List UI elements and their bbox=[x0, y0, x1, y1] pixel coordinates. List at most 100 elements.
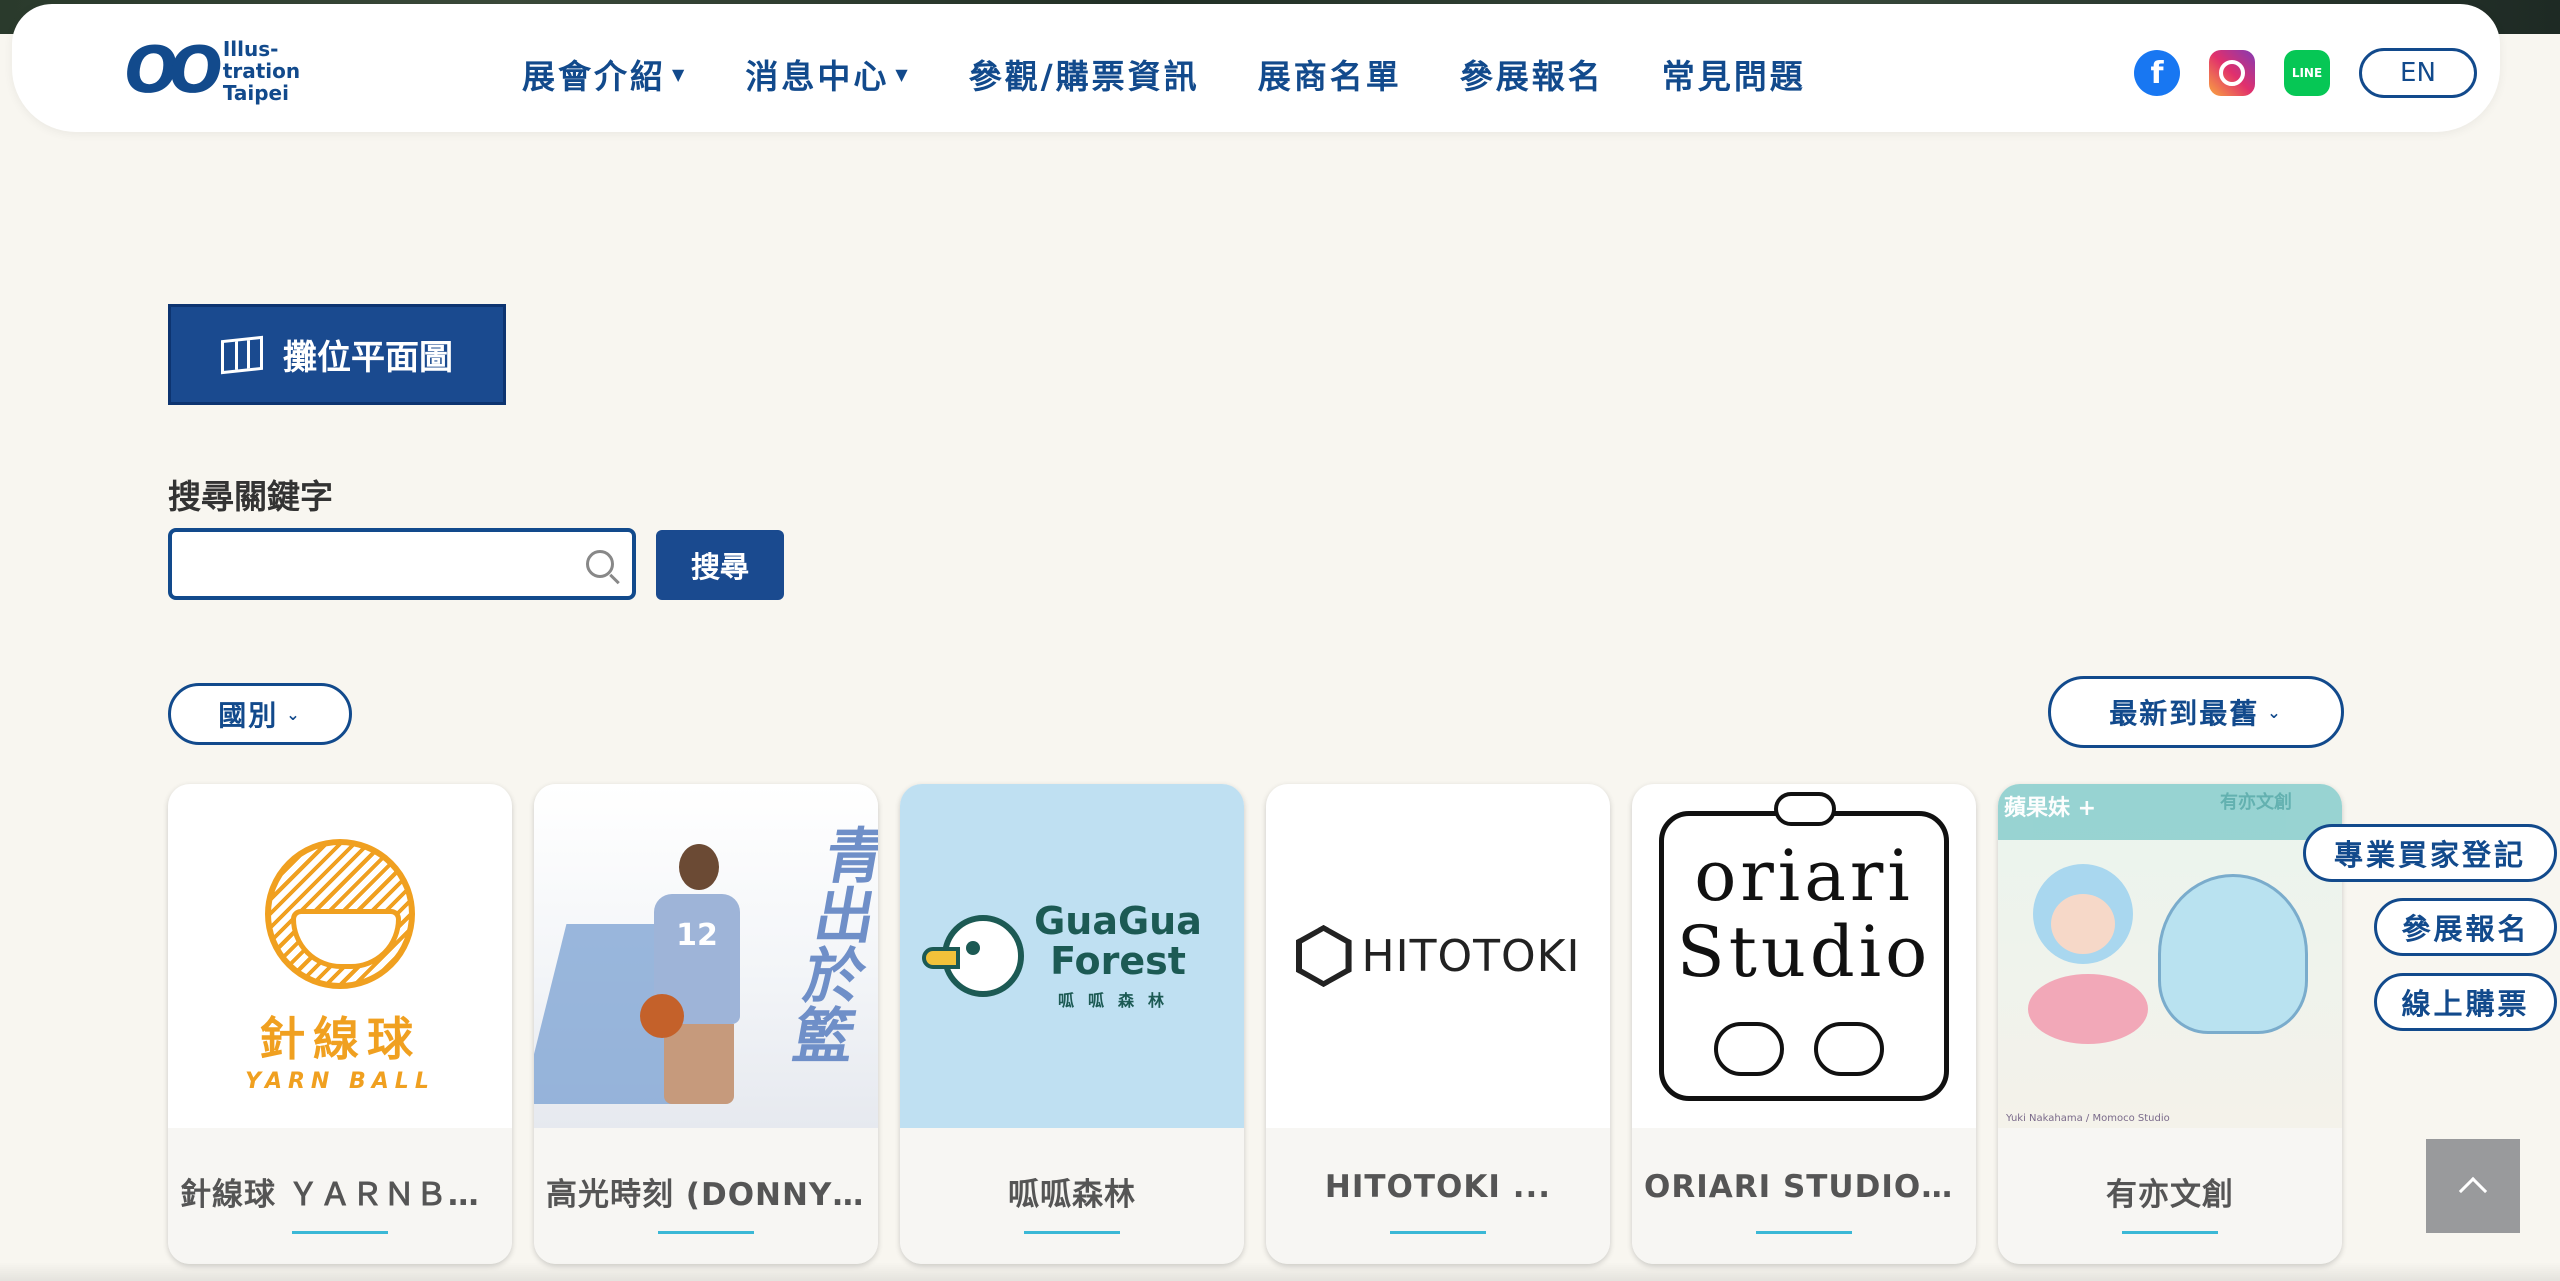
logo-line: Studio bbox=[1676, 911, 1932, 993]
artwork-banner: 蘋果妹 + 有亦文創 bbox=[1998, 784, 2342, 840]
banner-text: 蘋果妹 + bbox=[2004, 796, 2097, 821]
search-button[interactable]: 搜尋 bbox=[656, 530, 784, 600]
logo-line: tration bbox=[222, 59, 301, 83]
cat-face-icon bbox=[291, 908, 401, 969]
exhibitor-card[interactable]: 青出於籃 12 高光時刻 (DONNY YU… bbox=[534, 784, 878, 1264]
exhibitor-list: 針線球 YARN BALL 針線球 ＹＡＲＮＢＡ… 青出於籃 12 高光時刻 (… bbox=[168, 784, 2364, 1264]
back-to-top-button[interactable] bbox=[2426, 1139, 2520, 1233]
exhibitor-name: ORIARI STUDIO ... bbox=[1644, 1169, 1964, 1205]
chevron-down-icon: ▼ bbox=[672, 64, 688, 84]
logo-text: 針線球 bbox=[259, 1011, 421, 1066]
bottom-shadow bbox=[0, 1262, 2560, 1281]
logo-line: oriari bbox=[1694, 835, 1914, 917]
exhibitor-card[interactable]: 蘋果妹 + 有亦文創 Yuki Nakahama / Momoco Studio… bbox=[1998, 784, 2342, 1264]
duck-beak bbox=[922, 947, 961, 969]
nav-item-about[interactable]: 展會介紹 ▼ bbox=[522, 50, 687, 98]
exhibitor-name: 高光時刻 (DONNY YU… bbox=[546, 1177, 866, 1213]
baby-illustration bbox=[2028, 864, 2148, 1074]
buyer-registration-button[interactable]: 專業買家登記 bbox=[2303, 824, 2557, 882]
nav-label: 展商名單 bbox=[1257, 57, 1402, 96]
basketball-icon bbox=[640, 994, 684, 1038]
title-underline bbox=[658, 1231, 754, 1234]
search-box bbox=[168, 528, 636, 600]
buy-ticket-button[interactable]: 線上購票 bbox=[2374, 973, 2557, 1031]
logo-line: 呱呱森林 bbox=[1057, 991, 1178, 1010]
exhibitor-name: 有亦文創 bbox=[2106, 1177, 2234, 1213]
exhibitor-logo-oriari: oriari Studio bbox=[1632, 784, 1976, 1128]
instagram-ring bbox=[2219, 60, 2245, 86]
search-icon[interactable] bbox=[586, 550, 614, 578]
baby-head bbox=[2033, 864, 2133, 964]
site-logo[interactable]: OO Illus- tration Taipei bbox=[119, 26, 314, 116]
floorplan-button[interactable]: 攤位平面圖 bbox=[168, 304, 506, 405]
exhibitor-logo-youyi: 蘋果妹 + 有亦文創 Yuki Nakahama / Momoco Studio bbox=[1998, 784, 2342, 1128]
duck-icon bbox=[922, 915, 1025, 997]
logo-line: Forest bbox=[1050, 939, 1186, 983]
exhibitor-logo-hitotoki: HITOTOKI bbox=[1266, 784, 1610, 1128]
nav-label: 常見問題 bbox=[1661, 57, 1806, 96]
search-input[interactable] bbox=[172, 532, 632, 596]
nav-item-apply[interactable]: 參展報名 bbox=[1460, 50, 1604, 98]
exhibitor-name: HITOTOKI ... bbox=[1324, 1169, 1552, 1205]
exhibitor-card[interactable]: HITOTOKI HITOTOKI ... bbox=[1266, 784, 1610, 1264]
dog-icon bbox=[1814, 1022, 1884, 1076]
logo-line: Illus- bbox=[222, 37, 279, 61]
nav-label: 展會介紹 bbox=[522, 57, 666, 96]
floorplan-button-label: 攤位平面圖 bbox=[283, 338, 453, 378]
logo-mark: OO bbox=[118, 34, 219, 108]
logo-text: GuaGua Forest 呱呱森林 bbox=[1034, 901, 1202, 1011]
exhibitor-name: 呱呱森林 bbox=[1008, 1177, 1136, 1213]
artwork-text: 青出於籃 bbox=[778, 824, 878, 1064]
dog-icon bbox=[1714, 1022, 1784, 1076]
swim-ring bbox=[2028, 974, 2148, 1044]
map-icon bbox=[221, 335, 263, 374]
chevron-down-icon: ⌄ bbox=[286, 704, 302, 724]
exhibit-apply-button[interactable]: 參展報名 bbox=[2374, 898, 2557, 956]
nav-item-news[interactable]: 消息中心 ▼ bbox=[745, 50, 910, 98]
instagram-icon[interactable] bbox=[2209, 50, 2255, 96]
artwork-credit: Yuki Nakahama / Momoco Studio bbox=[2006, 1113, 2170, 1124]
logo-text: HITOTOKI bbox=[1361, 930, 1581, 982]
exhibitor-card[interactable]: 針線球 YARN BALL 針線球 ＹＡＲＮＢＡ… bbox=[168, 784, 512, 1264]
title-underline bbox=[1390, 1231, 1486, 1234]
country-filter-label: 國別 bbox=[218, 699, 279, 732]
cloud-icon bbox=[1774, 792, 1836, 826]
logo-frame: oriari Studio bbox=[1659, 792, 1949, 1101]
nav-label: 參展報名 bbox=[1459, 57, 1604, 96]
line-icon-text: LINE bbox=[2291, 66, 2323, 80]
nav-item-faq[interactable]: 常見問題 bbox=[1662, 50, 1806, 98]
baby-face bbox=[2051, 894, 2115, 954]
nav-item-tickets[interactable]: 參觀/購票資訊 bbox=[969, 50, 1200, 98]
banner-text: 有亦文創 bbox=[2220, 792, 2292, 813]
country-filter-dropdown[interactable]: 國別 ⌄ bbox=[168, 683, 352, 745]
sort-dropdown[interactable]: 最新到最舊 ⌄ bbox=[2048, 676, 2344, 748]
exhibitor-logo-guagua: GuaGua Forest 呱呱森林 bbox=[900, 784, 1244, 1128]
shark-illustration bbox=[2158, 874, 2308, 1034]
facebook-icon[interactable]: f bbox=[2134, 50, 2180, 96]
sort-label: 最新到最舊 bbox=[2109, 697, 2260, 730]
exhibitor-logo-yarnball: 針線球 YARN BALL bbox=[168, 784, 512, 1128]
nav-item-exhibitors[interactable]: 展商名單 bbox=[1258, 50, 1402, 98]
site-header: OO Illus- tration Taipei 展會介紹 ▼ 消息中心 ▼ 參… bbox=[12, 4, 2500, 132]
chevron-down-icon: ⌄ bbox=[2267, 702, 2283, 722]
main-nav: 展會介紹 ▼ 消息中心 ▼ 參觀/購票資訊 展商名單 參展報名 常見問題 bbox=[522, 50, 1864, 98]
title-underline bbox=[2122, 1231, 2218, 1234]
logo-text: Illus- tration Taipei bbox=[223, 38, 300, 104]
basketball-player-illustration: 12 bbox=[640, 844, 744, 1124]
yarn-ball-icon bbox=[265, 838, 415, 989]
title-underline bbox=[1756, 1231, 1852, 1234]
line-icon[interactable]: LINE bbox=[2284, 50, 2330, 96]
player-head bbox=[679, 844, 719, 890]
exhibitor-logo-donny: 青出於籃 12 bbox=[534, 784, 878, 1128]
nav-label: 消息中心 bbox=[745, 57, 890, 96]
chevron-up-icon bbox=[2458, 1176, 2488, 1206]
title-underline bbox=[1024, 1231, 1120, 1234]
exhibitor-card[interactable]: oriari Studio ORIARI STUDIO ... bbox=[1632, 784, 1976, 1264]
exhibitor-name: 針線球 ＹＡＲＮＢＡ… bbox=[180, 1177, 500, 1213]
dogs-illustration bbox=[1714, 1022, 1914, 1076]
language-button[interactable]: EN bbox=[2359, 48, 2477, 98]
chevron-down-icon: ▼ bbox=[895, 64, 911, 84]
exhibitor-card[interactable]: GuaGua Forest 呱呱森林 呱呱森林 bbox=[900, 784, 1244, 1264]
logo-text: YARN BALL bbox=[245, 1068, 435, 1094]
nav-label: 參觀/購票資訊 bbox=[968, 57, 1200, 96]
